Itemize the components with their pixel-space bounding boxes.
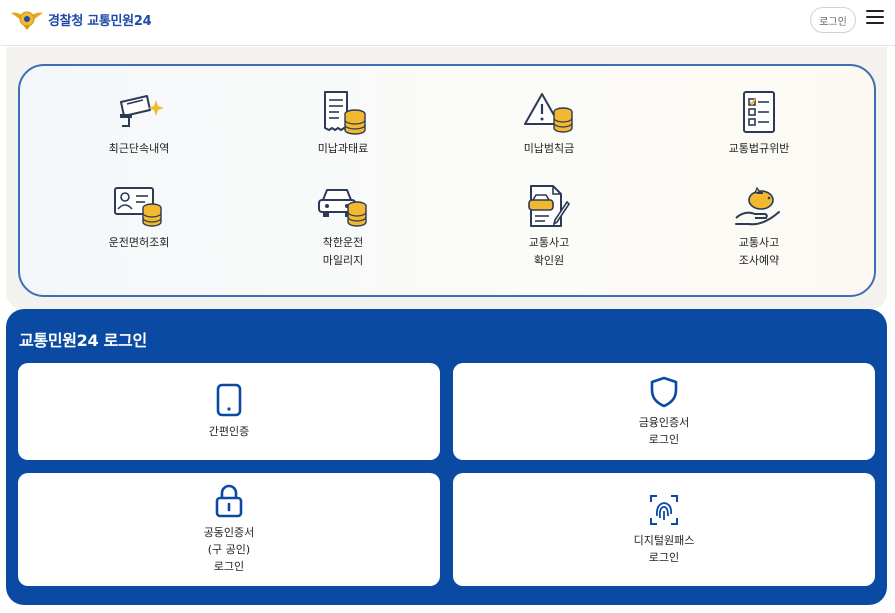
shield-icon bbox=[650, 376, 678, 407]
service-label: 미납범칙금 bbox=[523, 142, 575, 155]
piggy-hand-icon bbox=[735, 186, 780, 226]
service-label: 미납과태료 bbox=[317, 142, 369, 155]
login-option-label: 디지털원패스 로그인 bbox=[633, 533, 695, 564]
checklist-icon bbox=[743, 91, 775, 133]
service-label: 운전면허조회 bbox=[108, 236, 170, 249]
login-title: 교통민원24 로그인 bbox=[19, 331, 147, 350]
hamburger-menu-icon[interactable] bbox=[866, 10, 884, 26]
login-option-label: 간편인증 bbox=[208, 425, 250, 438]
lock-icon bbox=[215, 484, 243, 518]
service-unpaid-penalty[interactable]: 미납범칙금 bbox=[474, 90, 624, 158]
license-card-coins-icon bbox=[114, 187, 162, 227]
logo-text: 경찰청 교통민원24 bbox=[48, 13, 152, 29]
fingerprint-icon bbox=[650, 494, 678, 525]
service-good-driving-mileage[interactable]: 착한운전 마일리지 bbox=[268, 184, 418, 270]
car-coins-icon bbox=[318, 189, 367, 227]
police-emblem-icon bbox=[11, 11, 43, 30]
service-traffic-violation[interactable]: 교통법규위반 bbox=[684, 90, 834, 158]
phone-icon bbox=[216, 383, 242, 417]
login-simple-auth-button[interactable]: 간편인증 bbox=[18, 363, 440, 460]
service-accident-reservation[interactable]: 교통사고 조사예약 bbox=[684, 184, 834, 270]
service-label: 교통법규위반 bbox=[728, 142, 790, 155]
login-financial-cert-button[interactable]: 금융인증서 로그인 bbox=[453, 363, 875, 460]
receipt-coins-icon bbox=[324, 91, 366, 135]
service-accident-certificate[interactable]: 교통사고 확인원 bbox=[474, 184, 624, 270]
service-label: 교통사고 확인원 bbox=[528, 236, 570, 267]
login-option-label: 공동인증서 (구 공인) 로그인 bbox=[203, 526, 255, 573]
service-label: 착한운전 마일리지 bbox=[322, 236, 364, 267]
login-option-label: 금융인증서 로그인 bbox=[638, 415, 690, 446]
service-label: 최근단속내역 bbox=[108, 142, 170, 155]
header-login-button[interactable]: 로그인 bbox=[810, 7, 856, 33]
warning-coins-icon bbox=[524, 93, 573, 133]
top-header: 경찰청 교통민원24 로그인 bbox=[0, 0, 895, 46]
service-unpaid-fines[interactable]: 미납과태료 bbox=[268, 90, 418, 158]
login-digital-onepass-button[interactable]: 디지털원패스 로그인 bbox=[453, 473, 875, 586]
service-recent-enforcement[interactable]: 최근단속내역 bbox=[64, 90, 214, 158]
site-logo[interactable]: 경찰청 교통민원24 bbox=[10, 7, 152, 31]
service-license-check[interactable]: 운전면허조회 bbox=[64, 184, 214, 252]
login-joint-cert-button[interactable]: 공동인증서 (구 공인) 로그인 bbox=[18, 473, 440, 586]
accident-document-icon bbox=[528, 185, 571, 227]
service-label: 교통사고 조사예약 bbox=[738, 236, 780, 267]
camera-sparkle-icon bbox=[120, 95, 164, 127]
